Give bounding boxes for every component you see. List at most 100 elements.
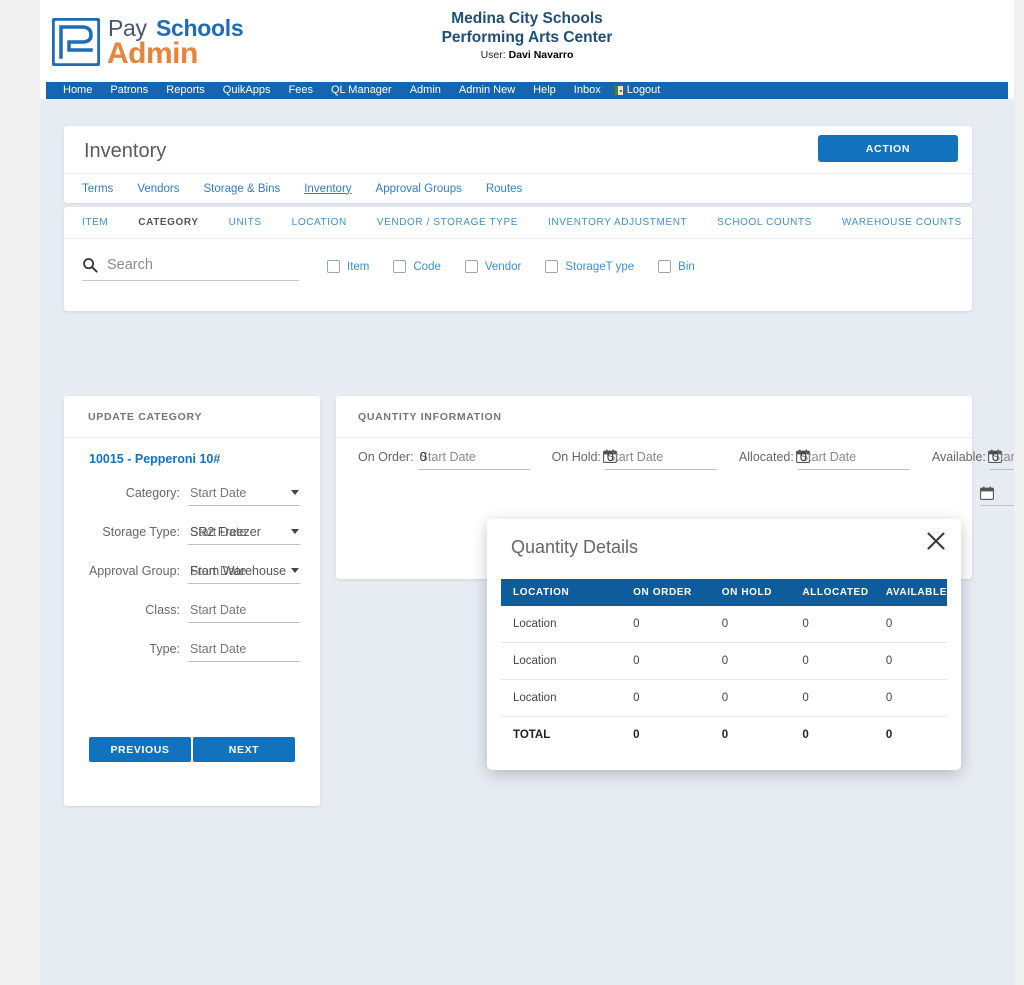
filter-checkbox-code[interactable]: Code: [393, 260, 441, 273]
nav-item-admin-new[interactable]: Admin New: [450, 82, 524, 99]
field-category[interactable]: Start Date: [188, 484, 300, 506]
inventory-header-card: Inventory ACTION Terms Vendors Storage & B…: [64, 126, 972, 203]
field-value: SR2 Freezer: [190, 525, 261, 539]
main-navigation: Home Patrons Reports QuikApps Fees QL Manager…: [46, 82, 1008, 99]
tab-warehouse-counts[interactable]: WAREHOUSE COUNTS: [842, 217, 962, 228]
search-input[interactable]: [107, 257, 287, 273]
column-header-available: AVAILABLE: [885, 579, 947, 606]
field-storage-type[interactable]: Start Date SR2 Freezer: [188, 523, 300, 545]
update-category-panel: UPDATE CATEGORY 10015 - Pepperoni 10# Ca…: [64, 396, 320, 806]
table-row[interactable]: Location 0 0 0 0: [501, 642, 947, 680]
nav-item-logout[interactable]: Logout: [610, 82, 670, 99]
nav-item-ql-manager[interactable]: QL Manager: [322, 82, 401, 99]
field-class[interactable]: Start Date: [188, 601, 300, 623]
door-exit-icon: [613, 85, 624, 96]
quantity-field-allocated[interactable]: Start Date 0: [795, 448, 910, 470]
tab-item[interactable]: ITEM: [82, 217, 108, 228]
screenshot-root: Pay Schools Admin Medina City Schools Pe…: [0, 0, 1024, 985]
app-body: Inventory ACTION Terms Vendors Storage & B…: [40, 99, 1014, 985]
search-field-wrapper[interactable]: [82, 257, 299, 281]
nav-item-reports[interactable]: Reports: [157, 82, 214, 99]
quantity-field-on-order[interactable]: Start Date 0: [417, 448, 530, 470]
next-button[interactable]: NEXT: [193, 737, 295, 762]
nav-item-quikapps[interactable]: QuikApps: [214, 82, 280, 99]
filter-checkbox-bin[interactable]: Bin: [658, 260, 695, 273]
subnav-item-storage-bins[interactable]: Storage & Bins: [204, 183, 281, 195]
tab-vendor-storage-type[interactable]: VENDOR / STORAGE TYPE: [377, 217, 518, 228]
cell-available: 0: [885, 642, 947, 680]
chevron-down-icon[interactable]: [291, 568, 299, 573]
subnav-item-approval-groups[interactable]: Approval Groups: [376, 183, 462, 195]
quantity-placeholder: Start Date: [799, 450, 857, 464]
nav-item-home[interactable]: Home: [54, 82, 101, 99]
filter-label: Code: [413, 260, 441, 273]
quantity-field-available[interactable]: Start Date0: [987, 448, 1014, 470]
table-row-total: TOTAL 0 0 0 0: [501, 717, 947, 754]
filter-checkbox-storaget-ype[interactable]: StorageT ype: [545, 260, 634, 273]
filter-checkbox-vendor[interactable]: Vendor: [464, 260, 521, 273]
action-button[interactable]: ACTION: [818, 135, 958, 162]
nav-item-label: Admin New: [458, 84, 516, 96]
tab-school-counts[interactable]: SCHOOL COUNTS: [717, 217, 812, 228]
nav-item-help[interactable]: Help: [524, 82, 565, 99]
checkbox-box[interactable]: [327, 260, 340, 273]
cell-location: Location: [501, 642, 634, 680]
filter-checkbox-item[interactable]: Item: [327, 260, 369, 273]
field-approval-group[interactable]: Start Date From Warehouse: [188, 562, 300, 584]
quantity-placeholder: Start Date: [606, 450, 664, 464]
total-cell-on-hold: 0: [721, 729, 729, 741]
checkbox-box[interactable]: [393, 260, 407, 273]
total-cell-location: TOTAL: [513, 729, 551, 741]
nav-item-admin[interactable]: Admin: [401, 82, 450, 99]
nav-item-label: Patrons: [110, 84, 149, 96]
chevron-down-icon[interactable]: [291, 529, 299, 534]
checkbox-box[interactable]: [464, 260, 478, 273]
quantity-group-on-order: On Order: Start Date 0: [358, 448, 530, 470]
form-row-type: Type: Start Date: [64, 640, 320, 670]
nav-item-fees[interactable]: Fees: [280, 82, 322, 99]
cell-available: 0: [885, 679, 947, 717]
nav-item-label: Help: [533, 84, 556, 96]
tab-category[interactable]: CATEGORY: [138, 217, 198, 228]
table-row[interactable]: Location 0 0 0 0: [501, 679, 947, 717]
checkbox-box[interactable]: [545, 260, 559, 273]
current-user: User: Davi Navarro: [40, 49, 1014, 61]
offscreen-field-underline: [980, 505, 1014, 506]
quantity-details-tbody: Location 0 0 0 0 Location 0 0 0 0 Location 0 0 0 0 TOTA…: [501, 606, 947, 753]
total-cell-allocated: 0: [802, 729, 809, 741]
checkbox-box[interactable]: [658, 260, 672, 273]
cell-on-order: 0: [633, 606, 722, 643]
quantity-field-on-hold[interactable]: Start Date 0: [602, 448, 717, 470]
field-label-approval-group: Approval Group:: [88, 564, 180, 578]
nav-item-label: Inbox: [573, 84, 601, 96]
nav-item-inbox[interactable]: Inbox: [565, 82, 610, 99]
previous-button[interactable]: PREVIOUS: [89, 737, 191, 762]
nav-item-label: Logout: [626, 84, 661, 96]
subnav-item-routes[interactable]: Routes: [486, 183, 522, 195]
tabs-and-search-card: ITEM CATEGORY UNITS LOCATION VENDOR / STORAG…: [64, 207, 972, 311]
column-header-location: LOCATION: [501, 579, 634, 606]
quantity-value: 0: [991, 450, 999, 464]
table-header-row: LOCATION ON ORDER ON HOLD ALLOCATED AVAILABL…: [501, 579, 947, 606]
table-row[interactable]: Location 0 0 0 0: [501, 606, 947, 643]
field-type[interactable]: Start Date: [188, 640, 300, 662]
nav-item-patrons[interactable]: Patrons: [101, 82, 157, 99]
subnav-item-terms[interactable]: Terms: [82, 183, 113, 195]
quantity-placeholder: Start Date: [419, 450, 476, 464]
pagination-buttons: PREVIOUS NEXT: [89, 737, 295, 762]
close-icon[interactable]: [923, 529, 949, 555]
form-row-storage-type: Storage Type: Start Date SR2 Freezer: [64, 523, 320, 553]
tab-units[interactable]: UNITS: [229, 217, 262, 228]
section-subnav: Terms Vendors Storage & Bins Inventory Appro…: [64, 173, 972, 203]
cell-allocated: 0: [802, 642, 886, 680]
org-line-1: Medina City Schools: [451, 10, 603, 27]
subnav-item-vendors[interactable]: Vendors: [137, 183, 179, 195]
site-header: Pay Schools Admin Medina City Schools Pe…: [40, 0, 1014, 82]
subnav-item-inventory[interactable]: Inventory: [304, 183, 351, 195]
tab-location[interactable]: LOCATION: [292, 217, 347, 228]
quantity-label-on-order: On Order:: [358, 450, 414, 464]
tab-inventory-adjustment[interactable]: INVENTORY ADJUSTMENT: [548, 217, 687, 228]
selected-item-name: 10015 - Pepperoni 10#: [89, 452, 221, 466]
cell-available: 0: [885, 606, 947, 643]
chevron-down-icon[interactable]: [291, 490, 299, 495]
